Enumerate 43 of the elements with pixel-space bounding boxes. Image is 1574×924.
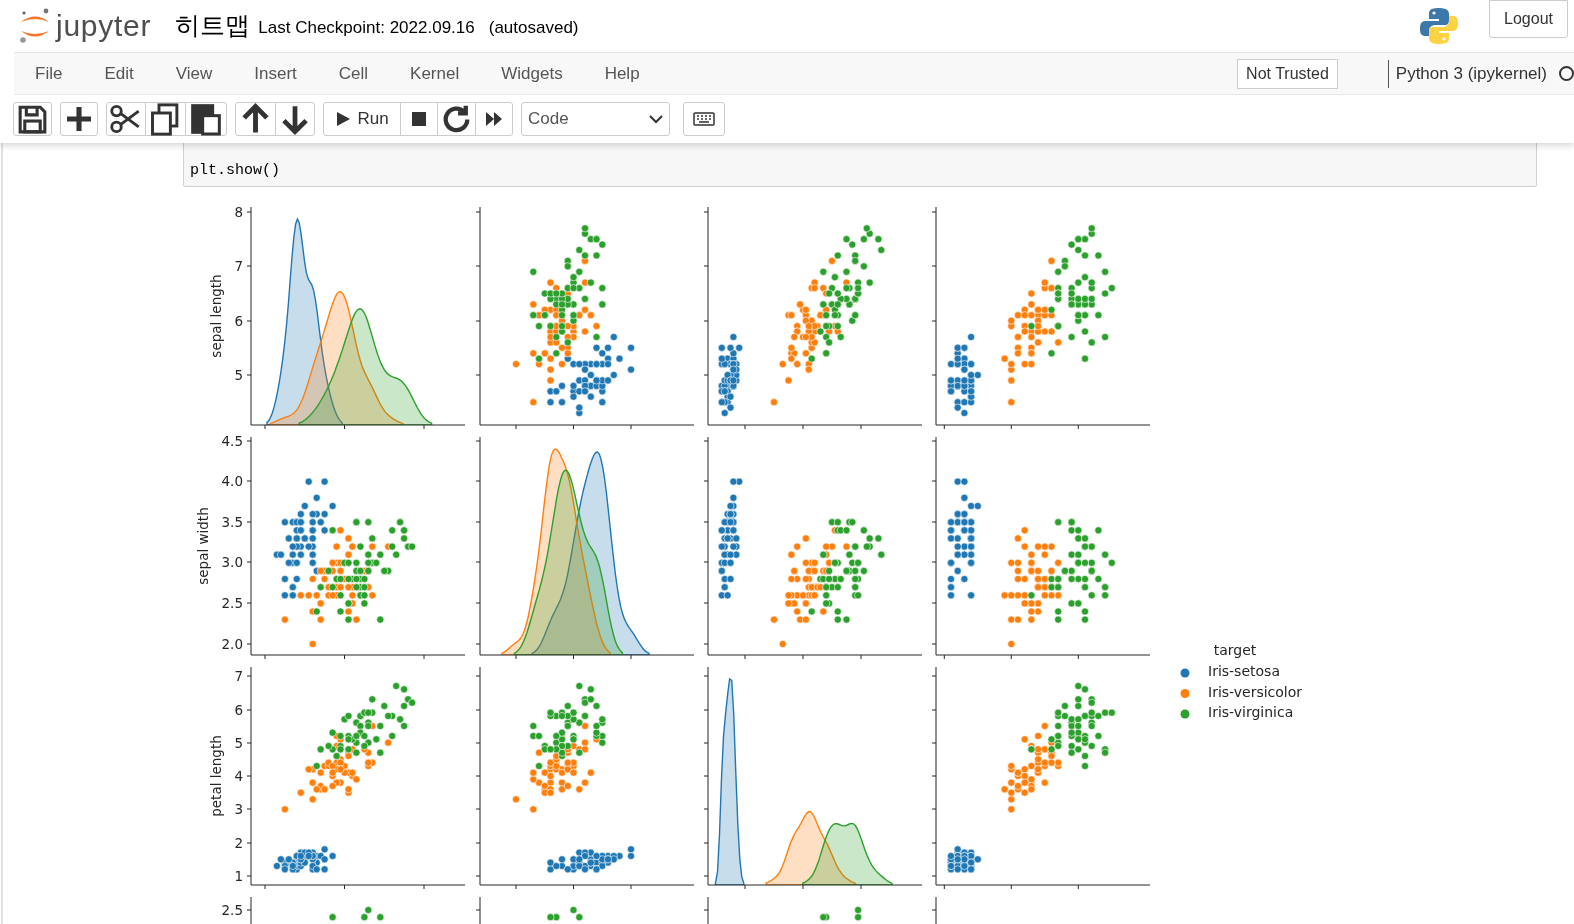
code-line: plt.show() xyxy=(190,161,281,181)
tick-label: 2.0 xyxy=(221,636,243,652)
legend-label: Iris-virginica xyxy=(1208,704,1294,720)
axis-label: petal length xyxy=(208,735,224,817)
tick-label: 3.5 xyxy=(221,514,243,530)
menu-item[interactable]: Kernel xyxy=(389,60,481,87)
menu-item[interactable]: Cell xyxy=(317,60,390,87)
menu-item[interactable]: Widgets xyxy=(480,60,584,87)
logout-button[interactable]: Logout xyxy=(1489,0,1568,38)
menu-item[interactable]: View xyxy=(154,60,234,87)
trust-status[interactable]: Not Trusted xyxy=(1237,58,1338,89)
tick-label: 3 xyxy=(234,801,243,817)
menu-item[interactable]: Help xyxy=(583,60,661,87)
logo-text: jupyter xyxy=(56,11,152,41)
legend-label: Iris-versicolor xyxy=(1208,683,1303,700)
legend-title: target xyxy=(1213,642,1257,658)
tick-label: 6 xyxy=(234,702,243,718)
tick-label: 4.0 xyxy=(221,473,243,489)
axis-label: sepal width xyxy=(195,507,211,585)
tick-label: 4 xyxy=(234,768,243,784)
cell-type-dropdown[interactable]: Code xyxy=(521,102,670,136)
legend-label: Iris-setosa xyxy=(1208,663,1280,679)
kernel-name: Python 3 (ipykernel) xyxy=(1395,62,1547,85)
tick-label: 2 xyxy=(234,835,243,851)
tick-label: 3.0 xyxy=(221,554,243,570)
menu-item[interactable]: File xyxy=(14,60,84,87)
tick-label: 7 xyxy=(234,668,243,684)
menu-item[interactable]: Insert xyxy=(233,60,318,87)
tick-label: 5 xyxy=(234,735,243,751)
tick-label: 6 xyxy=(234,313,243,329)
notebook-title[interactable]: 히트맵 xyxy=(175,7,251,45)
tick-label: 5 xyxy=(234,367,243,383)
tick-label: 8 xyxy=(234,204,243,220)
tick-label: 2.5 xyxy=(221,595,243,611)
autosave-status: (autosaved) xyxy=(488,17,579,40)
tick-label: 1 xyxy=(234,868,243,884)
tick-label: 7 xyxy=(234,258,243,274)
checkpoint-text: Last Checkpoint: 2022.09.16 xyxy=(258,17,475,40)
menu-item[interactable]: Edit xyxy=(83,60,155,87)
axis-label: sepal length xyxy=(208,274,224,358)
run-button[interactable]: Run xyxy=(323,102,401,136)
tick-label: 2.5 xyxy=(221,902,243,918)
tick-label: 4.5 xyxy=(221,433,243,449)
